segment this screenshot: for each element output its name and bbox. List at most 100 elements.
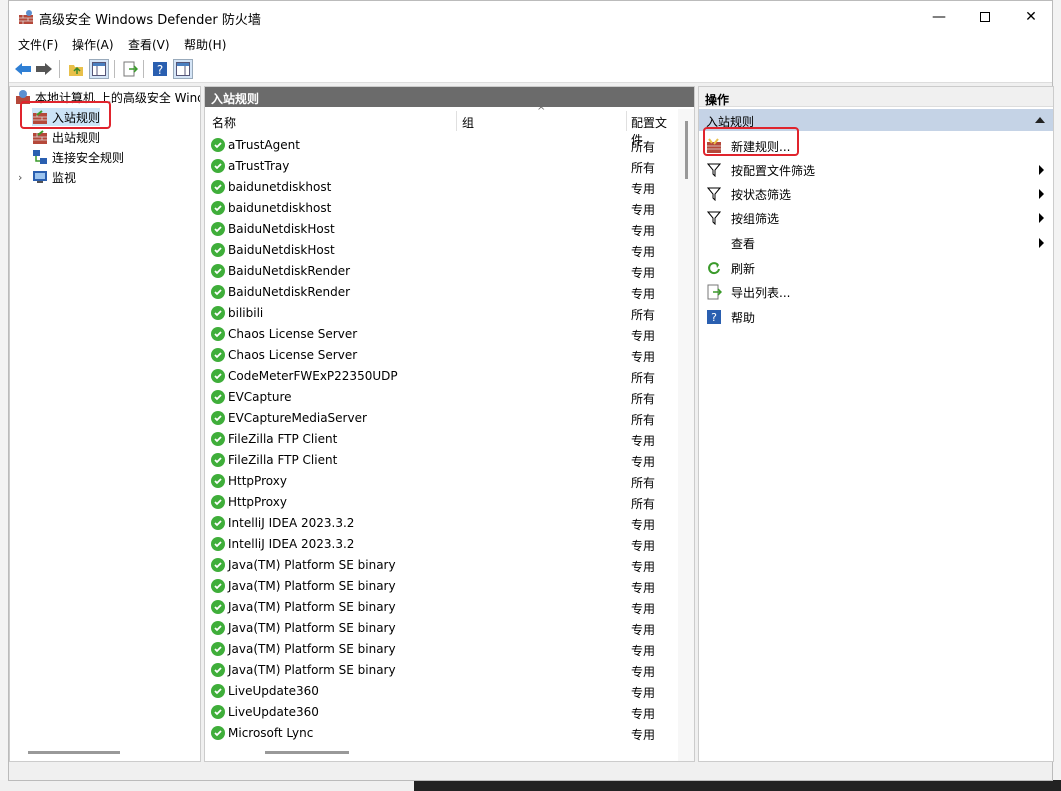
table-row[interactable]: FileZilla FTP Client 专用 — [205, 450, 677, 471]
maximize-button[interactable] — [962, 1, 1008, 33]
rules-horizontal-scrollbar[interactable] — [265, 751, 349, 754]
rule-name: BaiduNetdiskRender — [228, 285, 351, 299]
table-row[interactable]: IntelliJ IDEA 2023.3.2 专用 — [205, 513, 677, 534]
enabled-check-icon — [211, 390, 225, 404]
table-row[interactable]: Chaos License Server 专用 — [205, 324, 677, 345]
table-row[interactable]: HttpProxy 所有 — [205, 471, 677, 492]
expand-chevron-icon[interactable]: › — [18, 171, 28, 184]
table-row[interactable]: CodeMeterFWExP22350UDP 所有 — [205, 366, 677, 387]
table-row[interactable]: Java(TM) Platform SE binary 专用 — [205, 660, 677, 681]
rules-vertical-scrollbar[interactable] — [678, 109, 694, 761]
menu-help[interactable]: 帮助(H) — [184, 36, 226, 53]
rule-profile: 专用 — [631, 644, 656, 658]
enabled-check-icon — [211, 474, 225, 488]
submenu-arrow-icon — [1039, 238, 1044, 248]
close-button[interactable]: ✕ — [1008, 1, 1054, 33]
collapse-icon[interactable] — [1035, 117, 1045, 123]
up-folder-icon — [69, 65, 83, 76]
table-row[interactable]: Java(TM) Platform SE binary 专用 — [205, 555, 677, 576]
action-label: 按配置文件筛选 — [731, 163, 816, 178]
rule-name: Microsoft Lync — [228, 726, 314, 740]
enabled-check-icon — [211, 600, 225, 614]
table-row[interactable]: HttpProxy 所有 — [205, 492, 677, 513]
rule-name: IntelliJ IDEA 2023.3.2 — [228, 516, 355, 530]
table-row[interactable]: baidunetdiskhost 专用 — [205, 198, 677, 219]
menu-view[interactable]: 查看(V) — [128, 36, 170, 53]
action-view[interactable]: 查看 — [706, 233, 1046, 253]
rules-list: aTrustAgent 所有 aTrustTray 所有 baidunetdiskhos… — [205, 135, 677, 744]
rule-name: HttpProxy — [228, 495, 287, 509]
menu-action[interactable]: 操作(A) — [72, 36, 114, 53]
table-row[interactable]: aTrustTray 所有 — [205, 156, 677, 177]
minimize-button[interactable]: — — [916, 1, 962, 33]
rule-profile: 所有 — [631, 497, 656, 511]
help-button[interactable]: ? — [150, 59, 170, 79]
rule-name: CodeMeterFWExP22350UDP — [228, 369, 398, 383]
toolbar-separator — [59, 60, 60, 78]
up-folder-button[interactable] — [66, 59, 86, 79]
action-help[interactable]: ? 帮助 — [706, 307, 1046, 327]
table-row[interactable]: EVCapture 所有 — [205, 387, 677, 408]
table-row[interactable]: baidunetdiskhost 专用 — [205, 177, 677, 198]
table-row[interactable]: Microsoft Lync 专用 — [205, 723, 677, 744]
action-label: 帮助 — [731, 310, 756, 325]
action-refresh[interactable]: 刷新 — [706, 258, 1046, 278]
table-row[interactable]: aTrustAgent 所有 — [205, 135, 677, 156]
table-row[interactable]: LiveUpdate360 专用 — [205, 702, 677, 723]
table-row[interactable]: Java(TM) Platform SE binary 专用 — [205, 639, 677, 660]
table-row[interactable]: BaiduNetdiskHost 专用 — [205, 219, 677, 240]
export-button[interactable] — [120, 59, 140, 79]
rule-name: Chaos License Server — [228, 348, 358, 362]
back-button[interactable] — [13, 59, 33, 79]
enabled-check-icon — [211, 726, 225, 740]
action-filter-by-group[interactable]: 按组筛选 — [706, 208, 1046, 228]
table-row[interactable]: IntelliJ IDEA 2023.3.2 专用 — [205, 534, 677, 555]
table-row[interactable]: Java(TM) Platform SE binary 专用 — [205, 576, 677, 597]
firewall-app-icon — [18, 9, 34, 25]
menu-file[interactable]: 文件(F) — [18, 36, 58, 53]
column-name[interactable]: 名称 — [212, 114, 236, 131]
action-label: 导出列表... — [731, 285, 791, 300]
table-row[interactable]: Java(TM) Platform SE binary 专用 — [205, 597, 677, 618]
table-row[interactable]: bilibili 所有 — [205, 303, 677, 324]
column-separator[interactable] — [456, 111, 457, 131]
column-separator[interactable] — [626, 111, 627, 131]
toolbar-separator — [143, 60, 144, 78]
tree-item-monitoring[interactable]: › 监视 — [18, 168, 76, 186]
show-action-pane-button[interactable] — [173, 59, 193, 79]
table-row[interactable]: LiveUpdate360 专用 — [205, 681, 677, 702]
rule-profile: 专用 — [631, 602, 656, 616]
action-filter-by-state[interactable]: 按状态筛选 — [706, 184, 1046, 204]
table-row[interactable]: BaiduNetdiskHost 专用 — [205, 240, 677, 261]
forward-button[interactable] — [34, 59, 54, 79]
rule-name: HttpProxy — [228, 474, 287, 488]
scrollbar-thumb[interactable] — [685, 121, 688, 179]
table-row[interactable]: FileZilla FTP Client 专用 — [205, 429, 677, 450]
rule-name: baidunetdiskhost — [228, 201, 332, 215]
table-row[interactable]: Chaos License Server 专用 — [205, 345, 677, 366]
enabled-check-icon — [211, 558, 225, 572]
enabled-check-icon — [211, 579, 225, 593]
show-tree-button[interactable] — [89, 59, 109, 79]
table-row[interactable]: Java(TM) Platform SE binary 专用 — [205, 618, 677, 639]
tree-item-outbound-rules[interactable]: 出站规则 — [32, 128, 100, 146]
tree-horizontal-scrollbar[interactable] — [28, 751, 120, 754]
actions-title: 操作 — [699, 87, 1053, 107]
table-row[interactable]: BaiduNetdiskRender 专用 — [205, 261, 677, 282]
window-title: 高级安全 Windows Defender 防火墙 — [39, 13, 261, 28]
tree-item-connection-security-rules[interactable]: 连接安全规则 — [32, 148, 124, 166]
action-export-list[interactable]: 导出列表... — [706, 282, 1046, 302]
action-label: 按状态筛选 — [731, 187, 792, 202]
rule-profile: 专用 — [631, 434, 656, 448]
filter-icon — [706, 162, 722, 178]
column-headers: 名称 组 ^ 配置文件 — [205, 106, 677, 147]
table-row[interactable]: BaiduNetdiskRender 专用 — [205, 282, 677, 303]
action-filter-by-profile[interactable]: 按配置文件筛选 — [706, 160, 1046, 180]
rule-profile: 专用 — [631, 707, 656, 721]
column-group[interactable]: 组 — [462, 114, 474, 131]
export-icon — [123, 61, 138, 77]
rule-name: Java(TM) Platform SE binary — [228, 621, 396, 635]
rule-name: bilibili — [228, 306, 264, 320]
table-row[interactable]: EVCaptureMediaServer 所有 — [205, 408, 677, 429]
toolbar-separator — [114, 60, 115, 78]
